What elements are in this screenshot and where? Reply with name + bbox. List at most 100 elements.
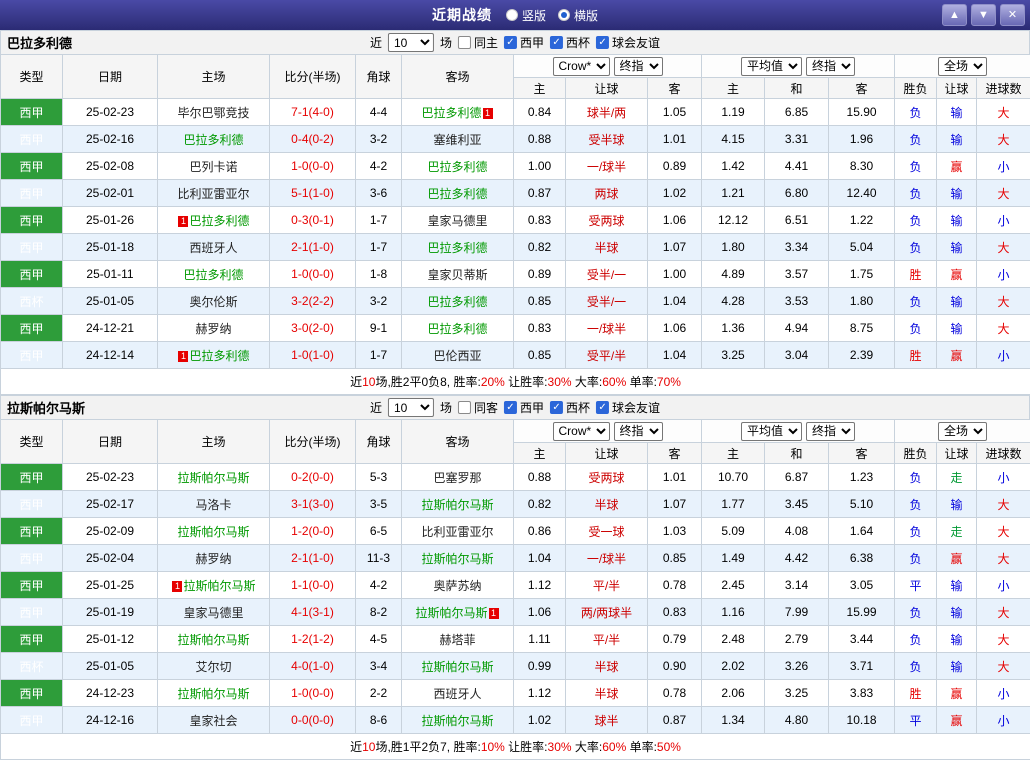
- date-cell: 25-02-23: [63, 464, 158, 491]
- up-button[interactable]: ▲: [942, 4, 967, 26]
- avg-home-odds-cell: 1.77: [702, 491, 765, 518]
- avg-home-odds-cell: 2.45: [702, 572, 765, 599]
- match-result-cell: 胜: [895, 680, 937, 707]
- match-result-cell: 负: [895, 626, 937, 653]
- avg-draw-odds-cell: 3.25: [765, 680, 829, 707]
- score-cell: 1-0(0-0): [270, 153, 356, 180]
- corners-cell: 3-4: [356, 653, 402, 680]
- odds-source-select[interactable]: Crow*: [553, 422, 610, 441]
- home-team-cell: 赫罗纳: [158, 545, 270, 572]
- down-button[interactable]: ▼: [971, 4, 996, 26]
- away-team-cell: 巴拉多利德: [402, 288, 514, 315]
- score-cell: 4-1(3-1): [270, 599, 356, 626]
- filter-checkbox-西甲[interactable]: ✓西甲: [504, 399, 544, 416]
- red-card-badge: 1: [178, 351, 188, 362]
- filter-checkbox-西甲[interactable]: ✓西甲: [504, 34, 544, 51]
- handicap-result-cell: 输: [937, 572, 977, 599]
- match-result-cell: 负: [895, 99, 937, 126]
- away-team-name: 西班牙人: [433, 687, 481, 701]
- away-team-name: 巴拉多利德: [427, 295, 487, 309]
- avg-away-odds-cell: 3.05: [829, 572, 895, 599]
- match-row: 西甲24-12-23拉斯帕尔马斯1-0(0-0)2-2西班牙人1.12半球0.7…: [1, 680, 1030, 707]
- home-team-cell: 巴拉多利德: [158, 261, 270, 288]
- handicap-home-odds-cell: 1.12: [514, 572, 566, 599]
- home-team-name: 奥尔伦斯: [189, 295, 237, 309]
- filter-checkbox-同主[interactable]: 同主: [458, 34, 498, 51]
- corners-cell: 1-7: [356, 207, 402, 234]
- titlebar: 近期战绩 竖版横版 ▲▼✕: [0, 0, 1030, 30]
- filter-checkbox-球会友谊[interactable]: ✓球会友谊: [596, 399, 660, 416]
- handicap-line-cell: 一/球半: [566, 153, 648, 180]
- radio-icon: [558, 9, 570, 21]
- odds-source-select[interactable]: 终指: [806, 57, 855, 76]
- date-cell: 25-02-08: [63, 153, 158, 180]
- avg-away-odds-cell: 5.04: [829, 234, 895, 261]
- avg-draw-odds-cell: 2.79: [765, 626, 829, 653]
- avg-home-odds-cell: 1.49: [702, 545, 765, 572]
- home-team-cell: 巴拉多利德: [158, 126, 270, 153]
- match-row: 西甲25-02-08巴列卡诺1-0(0-0)4-2巴拉多利德1.00一/球半0.…: [1, 153, 1030, 180]
- home-team-cell: 奥尔伦斯: [158, 288, 270, 315]
- view-radio-horizontal[interactable]: 横版: [558, 7, 598, 24]
- odds-source-select[interactable]: 终指: [806, 422, 855, 441]
- avg-draw-odds-cell: 3.53: [765, 288, 829, 315]
- summary-segment: 近: [350, 740, 362, 754]
- handicap-result-cell: 赢: [937, 342, 977, 369]
- home-team-cell: 西班牙人: [158, 234, 270, 261]
- summary-row: 近10场,胜2平0负8, 胜率:20% 让胜率:30% 大率:60% 单率:70…: [1, 369, 1030, 395]
- odds-source-select[interactable]: 终指: [614, 422, 663, 441]
- filter-checkbox-球会友谊[interactable]: ✓球会友谊: [596, 34, 660, 51]
- handicap-home-odds-cell: 0.89: [514, 261, 566, 288]
- team-name: 巴拉多利德: [1, 33, 72, 52]
- away-team-cell: 比利亚雷亚尔: [402, 518, 514, 545]
- date-cell: 25-01-05: [63, 653, 158, 680]
- summary-segment: 30%: [548, 375, 572, 389]
- goals-result-cell: 大: [977, 653, 1030, 680]
- corners-cell: 4-2: [356, 153, 402, 180]
- league-cell: 西甲: [1, 234, 63, 261]
- odds-source-select[interactable]: 全场: [938, 57, 987, 76]
- handicap-line-cell: 球半/两: [566, 99, 648, 126]
- match-result-cell: 胜: [895, 342, 937, 369]
- handicap-line-cell: 受两球: [566, 207, 648, 234]
- handicap-away-odds-cell: 0.78: [648, 680, 702, 707]
- handicap-away-odds-cell: 0.89: [648, 153, 702, 180]
- filter-checkbox-同客[interactable]: 同客: [458, 399, 498, 416]
- date-cell: 25-02-17: [63, 491, 158, 518]
- odds-source-select[interactable]: 终指: [614, 57, 663, 76]
- score-cell: 3-0(2-0): [270, 315, 356, 342]
- filter-checkbox-西杯[interactable]: ✓西杯: [550, 34, 590, 51]
- odds-source-select[interactable]: 平均值: [741, 57, 802, 76]
- handicap-home-odds-cell: 0.83: [514, 315, 566, 342]
- league-cell: 西甲: [1, 180, 63, 207]
- home-team-name: 巴列卡诺: [189, 160, 237, 174]
- recent-results-window: 近期战绩 竖版横版 ▲▼✕ 巴拉多利德近10场同主✓西甲✓西杯✓球会友谊类型日期…: [0, 0, 1030, 732]
- match-row: 西杯25-01-05艾尔切4-0(1-0)3-4拉斯帕尔马斯0.99半球0.90…: [1, 653, 1030, 680]
- games-count-select[interactable]: 10: [388, 398, 434, 417]
- handicap-away-odds-cell: 0.87: [648, 707, 702, 734]
- away-team-name: 巴伦西亚: [433, 349, 481, 363]
- date-cell: 25-02-23: [63, 99, 158, 126]
- handicap-line-cell: 受两球: [566, 464, 648, 491]
- games-count-select[interactable]: 10: [388, 33, 434, 52]
- view-radio-vertical[interactable]: 竖版: [506, 7, 546, 24]
- titlebar-center: 近期战绩 竖版横版: [0, 5, 1030, 25]
- odds-source-select[interactable]: 全场: [938, 422, 987, 441]
- home-team-cell: 赫罗纳: [158, 315, 270, 342]
- corners-cell: 4-2: [356, 572, 402, 599]
- checkbox-label: 西甲: [520, 34, 544, 51]
- red-card-badge: 1: [483, 108, 493, 119]
- filter-checkbox-西杯[interactable]: ✓西杯: [550, 399, 590, 416]
- home-team-cell: 毕尔巴鄂竞技: [158, 99, 270, 126]
- close-button[interactable]: ✕: [1000, 4, 1025, 26]
- odds-group-header: 平均值终指: [702, 55, 895, 78]
- corners-cell: 2-2: [356, 680, 402, 707]
- handicap-result-cell: 赢: [937, 707, 977, 734]
- odds-source-select[interactable]: 平均值: [741, 422, 802, 441]
- avg-away-odds-cell: 3.44: [829, 626, 895, 653]
- corners-cell: 4-4: [356, 99, 402, 126]
- sub-column-header: 客: [648, 78, 702, 99]
- handicap-result-cell: 输: [937, 99, 977, 126]
- away-team-cell: 巴塞罗那: [402, 464, 514, 491]
- odds-source-select[interactable]: Crow*: [553, 57, 610, 76]
